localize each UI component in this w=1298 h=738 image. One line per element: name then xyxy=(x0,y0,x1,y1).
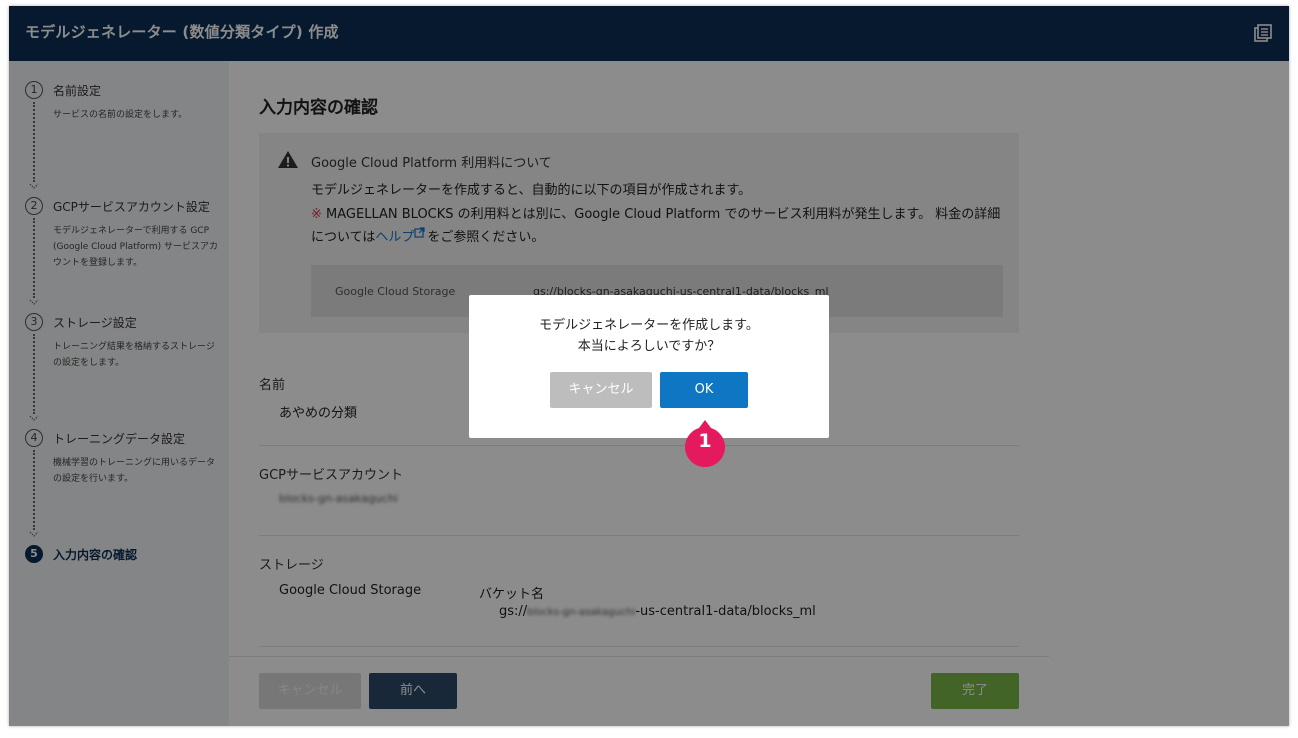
callout-number: 1 xyxy=(698,430,712,452)
dialog-ok-button[interactable]: OK xyxy=(660,372,748,408)
dialog-cancel-button[interactable]: キャンセル xyxy=(550,372,652,408)
dialog-line: 本当によろしいですか？ xyxy=(577,339,721,354)
dialog-line: モデルジェネレーターを作成します。 xyxy=(539,318,759,333)
app-window: モデルジェネレーター (数値分類タイプ) 作成 1 名前設定 サービスの名前の設… xyxy=(9,6,1289,726)
confirm-dialog: モデルジェネレーターを作成します。 本当によろしいですか？ キャンセル OK xyxy=(469,295,829,438)
dialog-message: モデルジェネレーターを作成します。 本当によろしいですか？ xyxy=(469,315,829,357)
